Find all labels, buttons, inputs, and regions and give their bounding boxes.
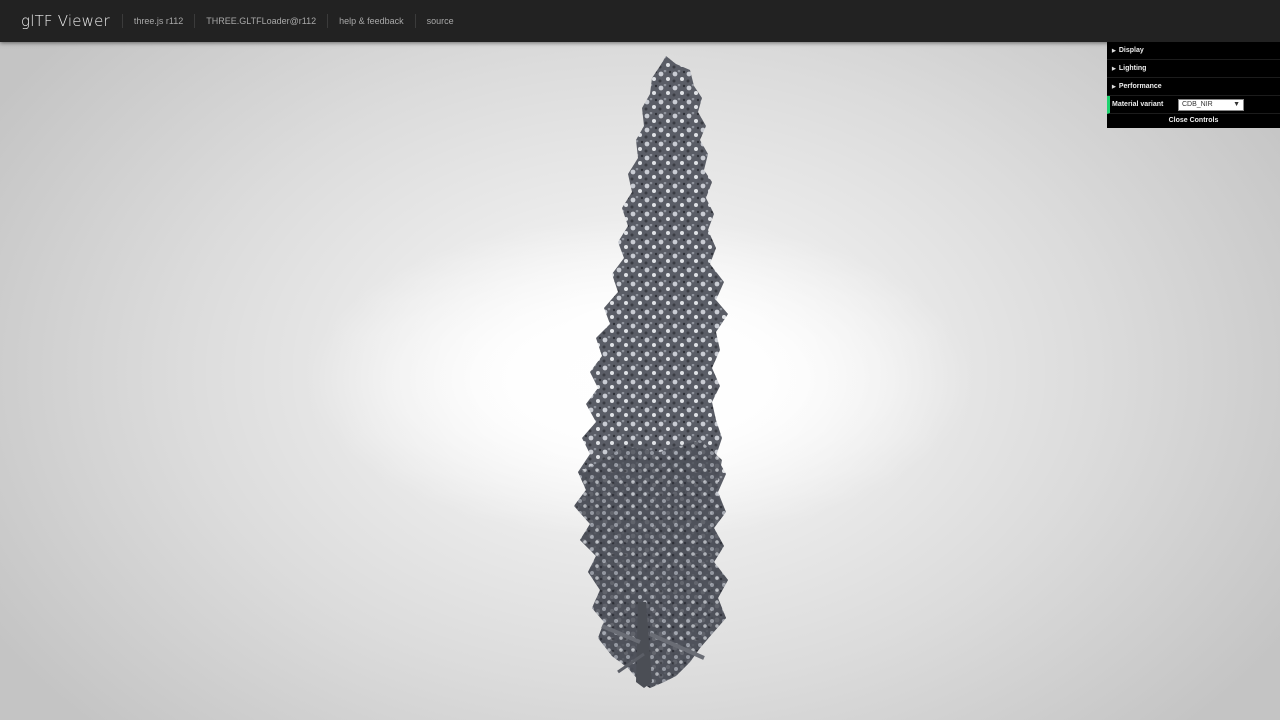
controls-panel: ▶ Display ▶ Lighting ▶ Performance Mater… bbox=[1107, 42, 1280, 128]
material-variant-label: Material variant bbox=[1112, 101, 1164, 108]
triangle-right-icon: ▶ bbox=[1112, 83, 1116, 90]
link-threejs[interactable]: three.js r112 bbox=[121, 14, 194, 28]
close-controls-button[interactable]: Close Controls bbox=[1107, 114, 1280, 128]
folder-display-label: Display bbox=[1118, 47, 1144, 54]
link-gltfloader[interactable]: THREE.GLTFLoader@r112 bbox=[194, 14, 327, 28]
material-variant-value: CDB_NIR bbox=[1182, 101, 1213, 108]
link-source[interactable]: source bbox=[414, 14, 465, 28]
folder-performance[interactable]: ▶ Performance bbox=[1107, 78, 1280, 96]
folder-display[interactable]: ▶ Display bbox=[1107, 42, 1280, 60]
folder-lighting[interactable]: ▶ Lighting bbox=[1107, 60, 1280, 78]
folder-performance-label: Performance bbox=[1118, 83, 1162, 90]
triangle-right-icon: ▶ bbox=[1112, 65, 1116, 72]
dropdown-arrow-icon: ▼ bbox=[1233, 101, 1240, 108]
triangle-right-icon: ▶ bbox=[1112, 47, 1116, 54]
tree-model bbox=[574, 56, 728, 688]
3d-viewport[interactable] bbox=[0, 42, 1280, 720]
material-variant-select[interactable]: CDB_NIR ▼ bbox=[1178, 98, 1244, 111]
folder-lighting-label: Lighting bbox=[1118, 65, 1147, 72]
tree-lower-foliage bbox=[574, 440, 728, 688]
top-bar: glTF Viewer three.js r112 THREE.GLTFLoad… bbox=[0, 0, 1280, 42]
app-title: glTF Viewer bbox=[21, 12, 110, 30]
material-variant-row: Material variant CDB_NIR ▼ bbox=[1107, 96, 1280, 114]
link-help-feedback[interactable]: help & feedback bbox=[327, 14, 415, 28]
